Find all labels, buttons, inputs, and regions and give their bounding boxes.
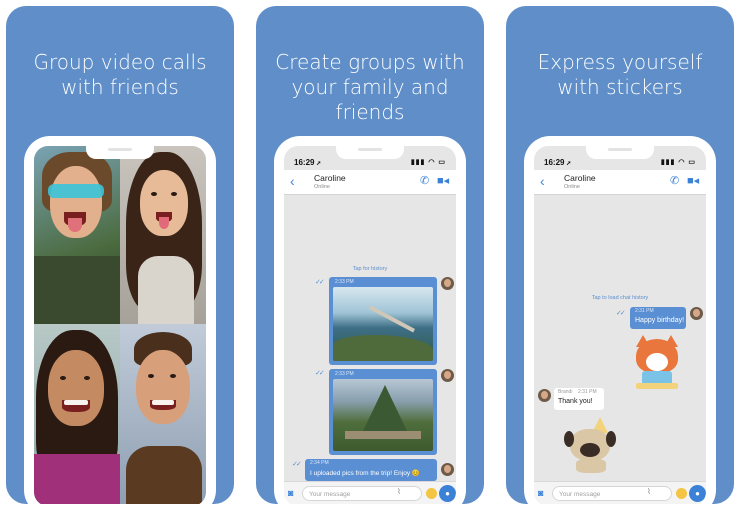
microphone-icon[interactable]: ● bbox=[689, 485, 706, 502]
participant-face bbox=[136, 350, 190, 424]
sender-avatar[interactable] bbox=[690, 307, 703, 320]
message-list[interactable]: Tap for history ✓✓ 2:33 PM ✓✓ 2:33 PM ✓✓… bbox=[284, 195, 456, 482]
pug-party-hat-sticker[interactable] bbox=[562, 417, 618, 473]
phone-icon[interactable]: ✆ bbox=[420, 174, 429, 187]
read-ticks-icon: ✓✓ bbox=[616, 310, 626, 317]
paperclip-icon[interactable]: ⌇ bbox=[647, 487, 651, 496]
text-message[interactable]: 2:31 PM Happy birthday! bbox=[630, 307, 686, 329]
sender-avatar[interactable] bbox=[441, 369, 454, 382]
fox-with-cake-sticker[interactable] bbox=[630, 335, 684, 391]
phone-notch bbox=[86, 146, 154, 159]
tongue bbox=[68, 218, 82, 232]
panel-headline: Create groups with your family and frien… bbox=[275, 50, 465, 124]
emoji-icon[interactable] bbox=[676, 488, 687, 499]
video-call-screen bbox=[34, 146, 206, 504]
status-bar: 16:29 ➚ ▮▮▮ ◠ ▭ bbox=[544, 158, 696, 167]
paperclip-icon[interactable]: ⌇ bbox=[397, 487, 401, 496]
microphone-icon[interactable]: ● bbox=[439, 485, 456, 502]
mountain-photo[interactable] bbox=[333, 379, 433, 451]
panel-headline: Group video calls with friends bbox=[33, 50, 207, 99]
phone-frame: 16:29 ➚ ▮▮▮ ◠ ▭ ‹ Caroline Online ✆ ■◂ T… bbox=[274, 136, 466, 504]
camera-icon[interactable]: ◙ bbox=[538, 488, 543, 498]
status-time: 16:29 bbox=[544, 158, 565, 167]
status-time: 16:29 bbox=[294, 158, 315, 167]
read-ticks-icon: ✓✓ bbox=[292, 461, 302, 468]
panel-stickers: Express yourself with stickers 16:29 ➚ ▮… bbox=[506, 6, 734, 504]
phone-notch bbox=[336, 146, 404, 159]
contact-status: Online bbox=[314, 184, 330, 190]
sender-avatar[interactable] bbox=[441, 277, 454, 290]
phone-icon[interactable]: ✆ bbox=[670, 174, 679, 187]
video-grid bbox=[34, 146, 206, 504]
message-composer: ◙ Your message ⌇ ● bbox=[284, 481, 456, 504]
incoming-text-message[interactable]: Brandi 2:31 PM Thank you! bbox=[554, 388, 604, 410]
jacket bbox=[126, 446, 202, 504]
phone-frame: 16:29 ➚ ▮▮▮ ◠ ▭ ‹ Caroline Online ✆ ■◂ T… bbox=[524, 136, 716, 504]
chevron-left-icon[interactable]: ‹ bbox=[290, 173, 295, 189]
contact-name[interactable]: Caroline bbox=[564, 173, 596, 183]
scarf bbox=[34, 454, 120, 504]
sticker-chat-screen: 16:29 ➚ ▮▮▮ ◠ ▭ ‹ Caroline Online ✆ ■◂ T… bbox=[534, 146, 706, 504]
text-message[interactable]: 2:34 PM I uploaded pics from the trip! E… bbox=[305, 459, 437, 481]
photo-message[interactable]: 2:33 PM bbox=[329, 277, 437, 365]
chevron-left-icon[interactable]: ‹ bbox=[540, 173, 545, 189]
chat-header: ‹ Caroline Online ✆ ■◂ bbox=[534, 170, 706, 195]
chat-header: ‹ Caroline Online ✆ ■◂ bbox=[284, 170, 456, 195]
panel-create-groups: Create groups with your family and frien… bbox=[256, 6, 484, 504]
video-tile-participant-2[interactable] bbox=[120, 146, 206, 324]
photo-message[interactable]: 2:33 PM bbox=[329, 369, 437, 455]
sunglasses bbox=[48, 184, 104, 198]
tap-to-load-history-link[interactable]: Tap to load chat history bbox=[534, 295, 706, 301]
panel-video-calls: Group video calls with friends bbox=[6, 6, 234, 504]
read-ticks-icon: ✓✓ bbox=[315, 279, 325, 286]
panel-headline: Express yourself with stickers bbox=[537, 50, 703, 99]
group-chat-screen: 16:29 ➚ ▮▮▮ ◠ ▭ ‹ Caroline Online ✆ ■◂ T… bbox=[284, 146, 456, 504]
contact-name[interactable]: Caroline bbox=[314, 173, 346, 183]
video-camera-icon[interactable]: ■◂ bbox=[687, 174, 699, 187]
status-bar: 16:29 ➚ ▮▮▮ ◠ ▭ bbox=[294, 158, 446, 167]
video-tile-participant-1[interactable] bbox=[34, 146, 120, 324]
emoji-icon[interactable] bbox=[426, 488, 437, 499]
participant-face bbox=[48, 350, 104, 426]
video-tile-participant-3[interactable] bbox=[34, 324, 120, 504]
phone-frame bbox=[24, 136, 216, 504]
sender-name: Brandi bbox=[558, 389, 573, 395]
message-list[interactable]: Tap to load chat history ✓✓ 2:31 PM Happ… bbox=[534, 195, 706, 482]
contact-status: Online bbox=[564, 184, 580, 190]
status-indicators: ▮▮▮ ◠ ▭ bbox=[410, 159, 446, 166]
pier-photo[interactable] bbox=[333, 287, 433, 361]
message-input[interactable]: Your message bbox=[552, 486, 672, 501]
video-camera-icon[interactable]: ■◂ bbox=[437, 174, 449, 187]
phone-notch bbox=[586, 146, 654, 159]
video-tile-participant-4[interactable] bbox=[120, 324, 206, 504]
read-ticks-icon: ✓✓ bbox=[315, 370, 325, 377]
message-composer: ◙ Your message ⌇ ● bbox=[534, 481, 706, 504]
tap-for-history-link[interactable]: Tap for history bbox=[284, 266, 456, 272]
message-input[interactable]: Your message bbox=[302, 486, 422, 501]
sender-avatar[interactable] bbox=[441, 463, 454, 476]
camera-icon[interactable]: ◙ bbox=[288, 488, 293, 498]
status-indicators: ▮▮▮ ◠ ▭ bbox=[660, 159, 696, 166]
tongue bbox=[159, 217, 169, 229]
sender-avatar[interactable] bbox=[538, 389, 551, 402]
